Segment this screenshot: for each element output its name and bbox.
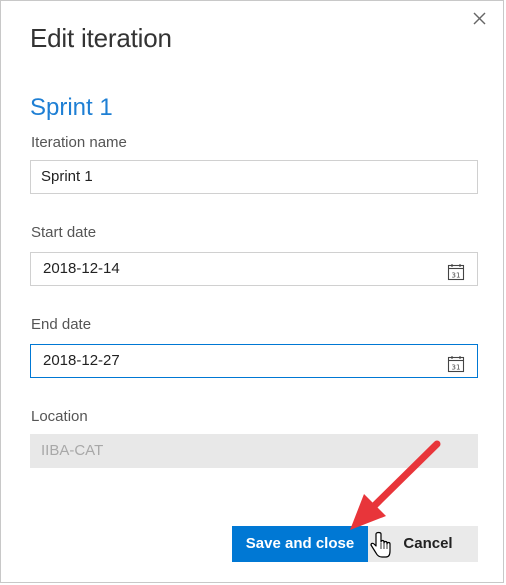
end-date-value: 2018-12-27 (43, 352, 120, 369)
save-and-close-button[interactable]: Save and close (232, 526, 368, 562)
dialog-title: Edit iteration (30, 23, 172, 53)
iteration-heading: Sprint 1 (30, 94, 113, 121)
calendar-icon[interactable]: 31 (447, 261, 465, 281)
end-date-field[interactable]: 2018-12-27 31 (30, 344, 478, 378)
start-date-value: 2018-12-14 (43, 260, 120, 277)
iteration-name-label: Iteration name (31, 134, 127, 151)
hand-cursor-icon (369, 531, 393, 559)
location-label: Location (31, 408, 88, 425)
close-icon[interactable] (469, 8, 491, 30)
location-value: IIBA-CAT (41, 442, 104, 459)
calendar-icon-number: 31 (452, 364, 461, 372)
iteration-name-field[interactable]: Sprint 1 (30, 160, 478, 194)
iteration-name-value: Sprint 1 (41, 168, 93, 185)
start-date-label: Start date (31, 224, 97, 241)
end-date-label: End date (31, 316, 92, 333)
calendar-icon-number: 31 (452, 272, 461, 280)
edit-iteration-dialog: Edit iteration Sprint 1 Iteration name S… (0, 0, 504, 583)
calendar-icon[interactable]: 31 (447, 353, 465, 373)
location-field: IIBA-CAT (30, 434, 478, 468)
start-date-field[interactable]: 2018-12-14 31 (30, 252, 478, 286)
